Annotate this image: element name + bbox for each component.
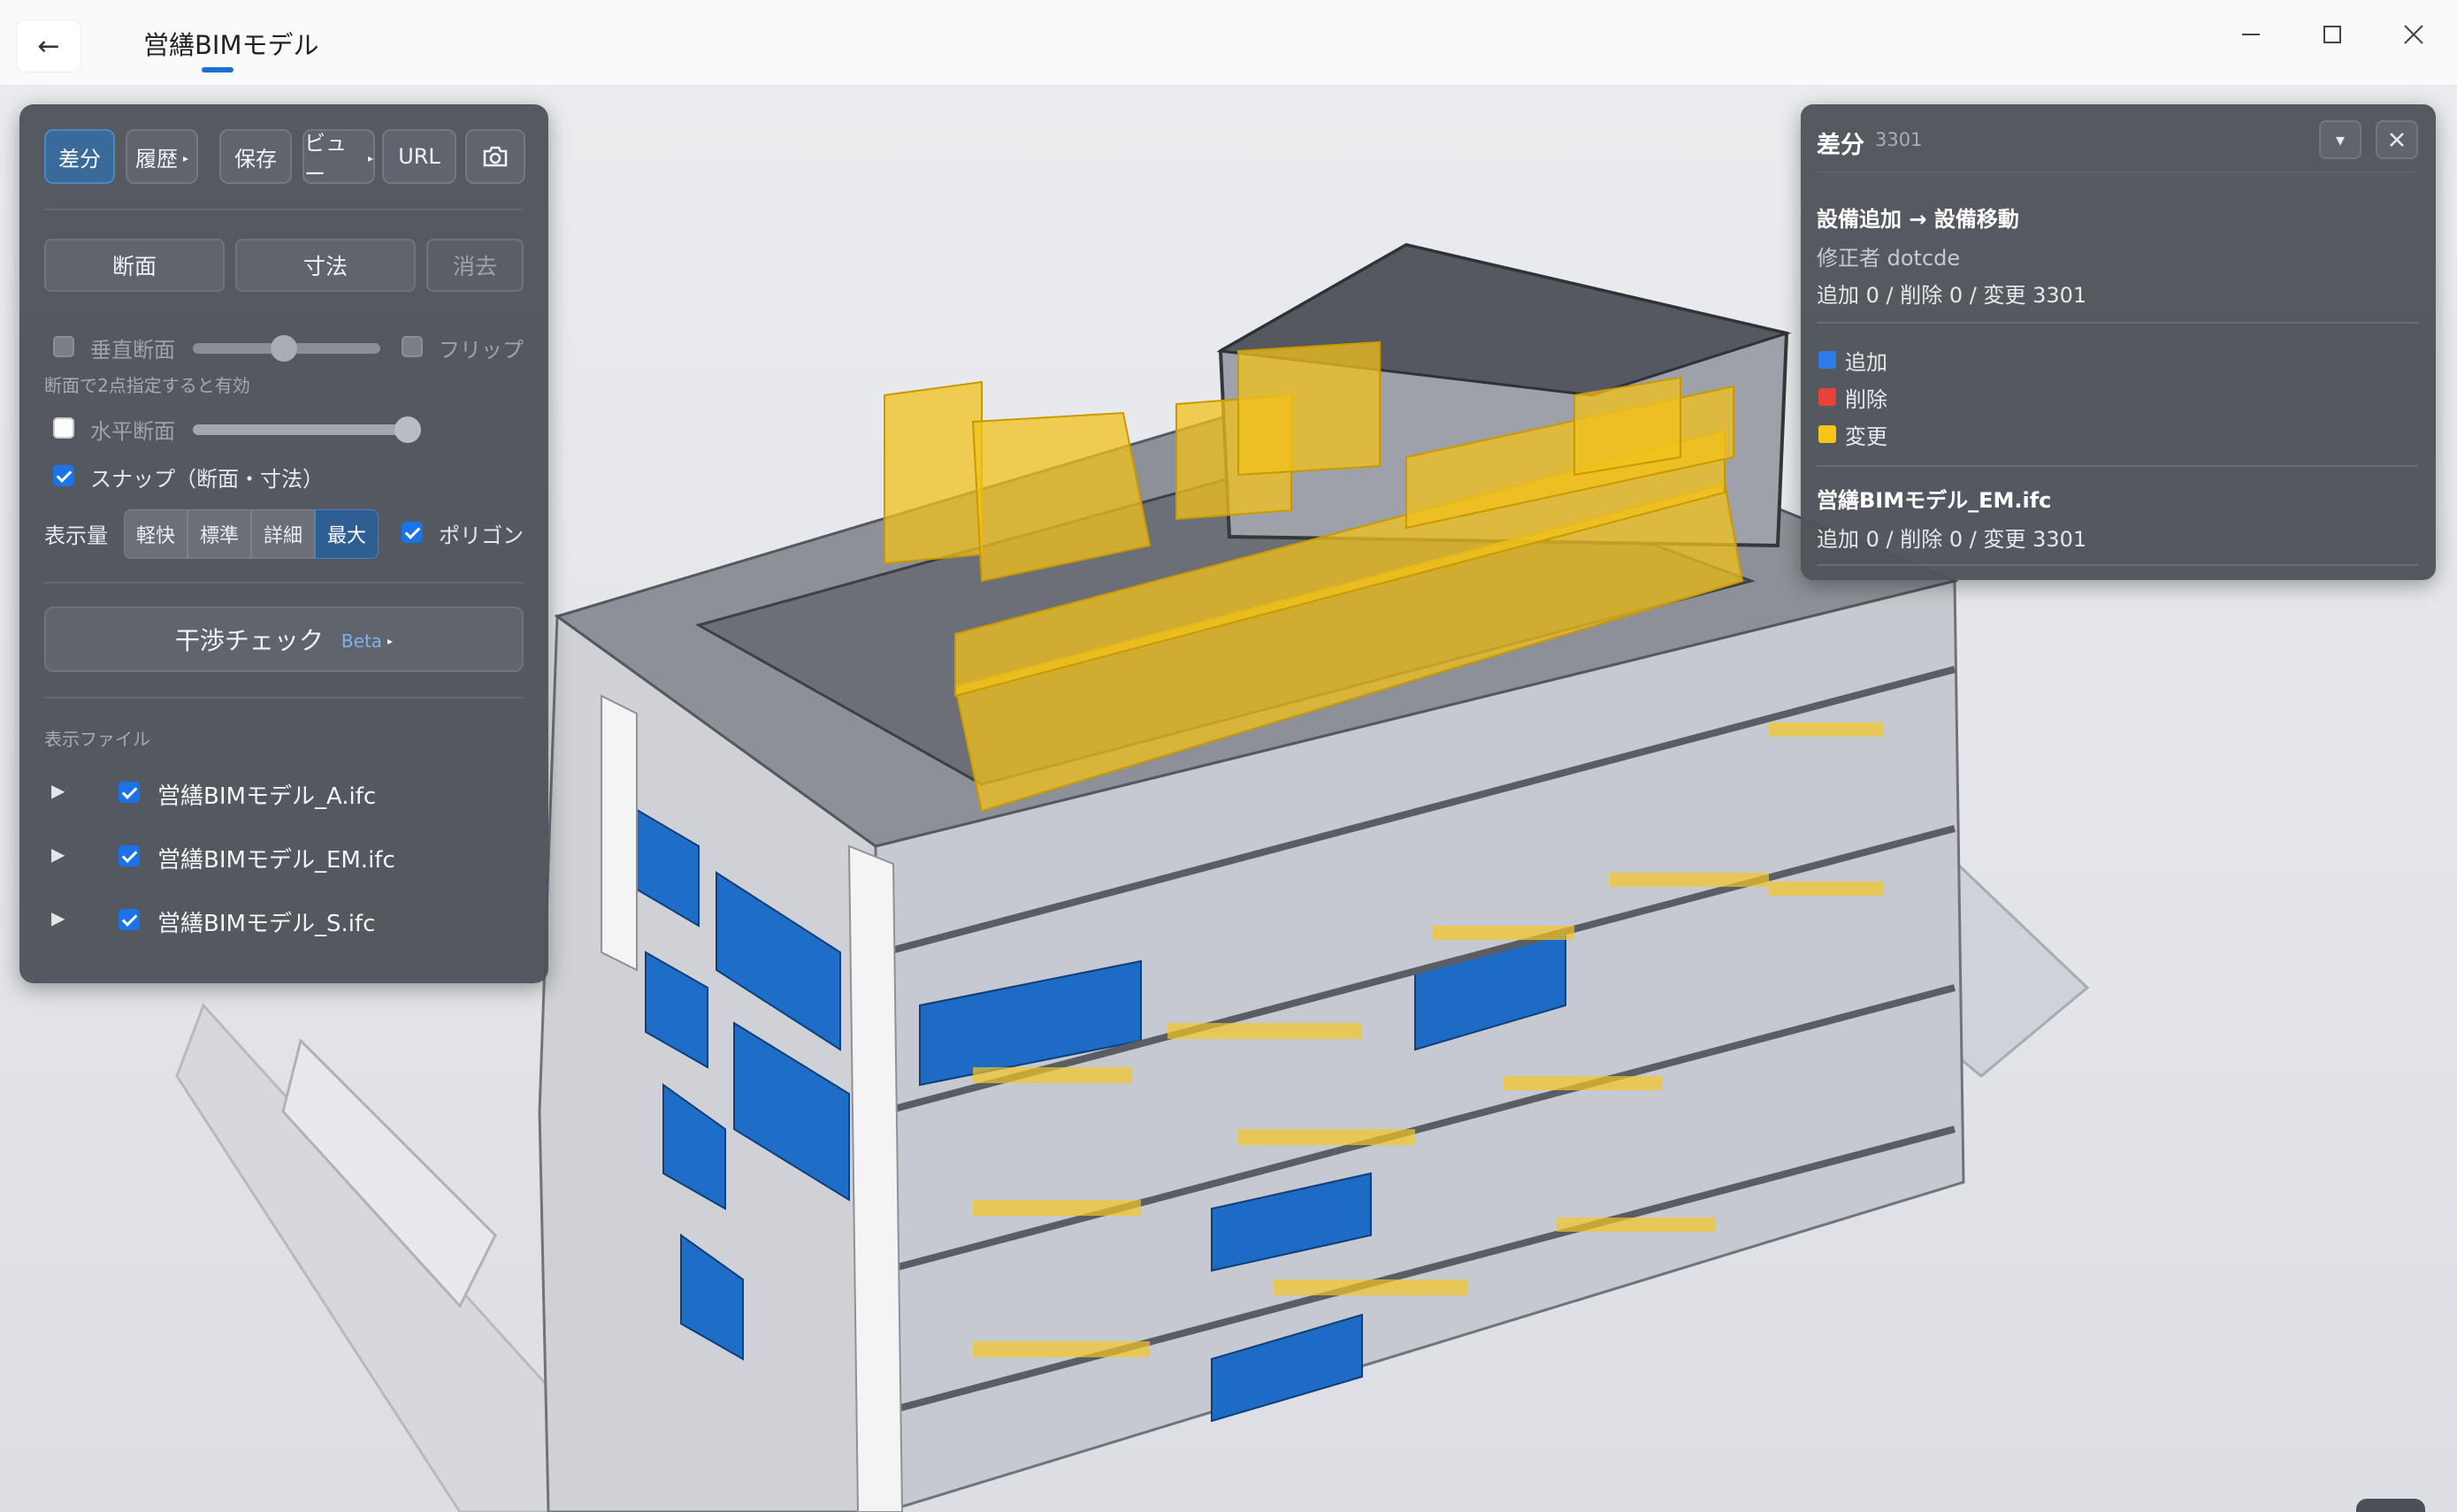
diff-button-label: 差分 <box>58 146 101 172</box>
file-name: 営繕BIMモデル_A.ifc <box>157 783 377 810</box>
display-amount-label: 表示量 <box>44 523 108 548</box>
polygon-label: ポリゴン <box>439 523 524 548</box>
clash-check-label: 干渉チェック <box>174 626 324 655</box>
view-button[interactable]: ビュー ▸ <box>302 129 375 187</box>
section-tool-label: 断面 <box>111 254 157 279</box>
caret-down-icon: ▾ <box>2335 129 2346 150</box>
display-level-light[interactable]: 軽快 <box>124 509 188 559</box>
view-button-label: ビュー <box>304 131 347 187</box>
display-level-max[interactable]: 最大 <box>315 509 379 559</box>
divider <box>1817 465 2418 467</box>
change-summary: 追加 0 / 削除 0 / 変更 3301 <box>1817 283 2087 308</box>
vertical-section-checkbox[interactable] <box>53 336 74 357</box>
expand-arrow-icon[interactable]: ▶ <box>51 907 65 928</box>
flip-label: フリップ <box>439 338 524 363</box>
file-visibility-checkbox[interactable] <box>119 909 140 930</box>
url-button[interactable]: URL <box>382 129 456 184</box>
horizontal-section-slider-thumb[interactable] <box>394 416 421 443</box>
file-item-s: ▶ 営繕BIMモデル_S.ifc <box>44 893 522 946</box>
legend-deleted-label: 削除 <box>1845 387 1887 412</box>
horizontal-section-checkbox[interactable] <box>53 417 74 439</box>
display-level-label: 標準 <box>199 525 239 547</box>
collapse-button[interactable]: ▾ <box>2319 120 2361 159</box>
change-title: 設備追加 → 設備移動 <box>1817 207 2019 232</box>
fullscreen-button[interactable] <box>2356 1499 2425 1512</box>
title-bar: ← 営繕BIMモデル <box>0 0 2457 86</box>
clear-button[interactable]: 消去 <box>426 239 524 292</box>
legend-changed-label: 変更 <box>1845 424 1887 449</box>
legend-added-label: 追加 <box>1845 350 1887 375</box>
minimize-icon[interactable] <box>2229 12 2273 57</box>
horizontal-section-slider[interactable] <box>193 424 412 435</box>
dimension-tool-button[interactable]: 寸法 <box>235 239 416 292</box>
divider <box>1817 322 2418 324</box>
section-hint: 断面で2点指定すると有効 <box>44 375 250 396</box>
close-icon <box>2390 133 2404 147</box>
divider <box>1817 564 2418 566</box>
legend-deleted-swatch <box>1818 388 1836 406</box>
divider <box>1817 172 2418 173</box>
active-tab-indicator <box>202 67 233 73</box>
vertical-section-label: 垂直断面 <box>90 338 175 363</box>
polygon-checkbox[interactable] <box>402 522 423 543</box>
expand-arrow-icon[interactable]: ▶ <box>51 844 65 865</box>
screenshot-button[interactable] <box>465 129 525 184</box>
file-item-em: ▶ 営繕BIMモデル_EM.ifc <box>44 829 522 882</box>
display-level-label: 最大 <box>326 525 366 547</box>
caret-right-icon: ▸ <box>367 152 373 164</box>
divider <box>44 209 524 210</box>
maximize-icon[interactable] <box>2310 12 2354 57</box>
tool-panel: 差分 履歴 ▸ 保存 ビュー ▸ URL 断面 寸法 消去 垂直断面 フリップ … <box>19 104 548 983</box>
diff-button[interactable]: 差分 <box>44 129 115 184</box>
diff-file-name: 営繕BIMモデル_EM.ifc <box>1817 488 2052 513</box>
divider <box>44 582 524 584</box>
diff-panel-title: 差分 <box>1817 132 1864 159</box>
clear-button-label: 消去 <box>452 254 497 279</box>
file-name: 営繕BIMモデル_EM.ifc <box>157 847 395 874</box>
history-button-label: 履歴 <box>134 146 178 172</box>
save-button-label: 保存 <box>234 146 277 172</box>
file-visibility-checkbox[interactable] <box>119 845 140 867</box>
back-button[interactable]: ← <box>16 19 81 73</box>
save-button[interactable]: 保存 <box>219 129 292 184</box>
app-title: 営繕BIMモデル <box>143 30 319 60</box>
display-level-detail[interactable]: 詳細 <box>251 509 315 559</box>
editor-text: 修正者 dotcde <box>1817 246 1961 271</box>
diff-panel: 差分 3301 ▾ 設備追加 → 設備移動 修正者 dotcde 追加 0 / … <box>1801 104 2436 580</box>
diff-file-summary: 追加 0 / 削除 0 / 変更 3301 <box>1817 527 2087 552</box>
display-level-standard[interactable]: 標準 <box>188 509 251 559</box>
file-visibility-checkbox[interactable] <box>119 782 140 803</box>
history-button[interactable]: 履歴 ▸ <box>126 129 198 184</box>
snap-label: スナップ（断面・寸法） <box>90 467 324 492</box>
flip-checkbox[interactable] <box>402 336 423 357</box>
file-name: 営繕BIMモデル_S.ifc <box>157 911 376 937</box>
display-level-label: 軽快 <box>135 525 175 547</box>
files-heading: 表示ファイル <box>44 729 150 750</box>
display-level-label: 詳細 <box>263 525 302 547</box>
divider <box>44 697 524 699</box>
caret-right-icon: ▸ <box>387 635 394 647</box>
window-close-icon[interactable] <box>2392 12 2436 57</box>
diff-count: 3301 <box>1875 129 1923 150</box>
dimension-tool-label: 寸法 <box>302 254 348 279</box>
horizontal-section-label: 水平断面 <box>90 419 175 444</box>
section-tool-button[interactable]: 断面 <box>44 239 225 292</box>
vertical-section-slider-thumb[interactable] <box>271 335 297 362</box>
camera-icon <box>483 146 508 167</box>
file-item-a: ▶ 営繕BIMモデル_A.ifc <box>44 766 522 819</box>
legend-added-swatch <box>1818 351 1836 369</box>
legend-changed-swatch <box>1818 425 1836 443</box>
beta-badge: Beta <box>341 630 383 652</box>
close-button[interactable] <box>2376 120 2418 159</box>
expand-arrow-icon[interactable]: ▶ <box>51 780 65 801</box>
clash-check-button[interactable]: 干渉チェック Beta ▸ <box>44 607 524 672</box>
snap-checkbox[interactable] <box>53 465 74 486</box>
url-button-label: URL <box>398 144 440 169</box>
caret-right-icon: ▸ <box>182 152 189 164</box>
